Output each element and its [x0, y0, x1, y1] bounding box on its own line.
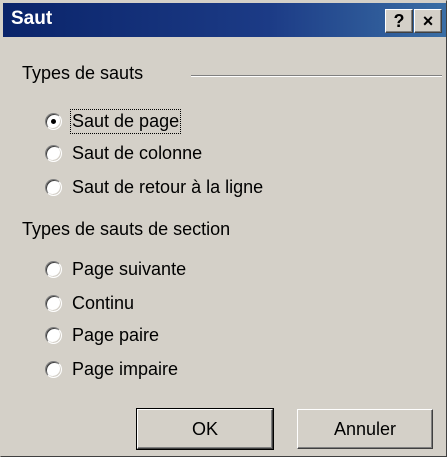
- dialog-window: Saut ? × Types de sauts Saut de page Sau…: [0, 0, 447, 457]
- radio-button[interactable]: [45, 178, 62, 196]
- radio-label[interactable]: Page impaire: [72, 359, 178, 380]
- radio-button[interactable]: [45, 144, 62, 162]
- close-icon[interactable]: ×: [423, 11, 434, 31]
- radio-next-page[interactable]: Page suivante: [45, 255, 186, 283]
- help-button[interactable]: ?: [385, 9, 413, 33]
- radio-button[interactable]: [45, 294, 62, 312]
- close-button[interactable]: ×: [414, 9, 442, 33]
- radio-button-checked[interactable]: [45, 112, 62, 130]
- radio-column-break[interactable]: Saut de colonne: [45, 139, 202, 167]
- radio-label[interactable]: Saut de colonne: [72, 143, 202, 164]
- break-types-heading: Types de sauts: [22, 63, 144, 83]
- radio-label[interactable]: Page suivante: [72, 259, 186, 280]
- window-title: Saut: [11, 8, 53, 29]
- radio-text-wrapping-break[interactable]: Saut de retour à la ligne: [45, 173, 263, 201]
- radio-label[interactable]: Saut de page: [69, 108, 182, 134]
- radio-page-break[interactable]: Saut de page: [45, 107, 182, 135]
- radio-label[interactable]: Continu: [72, 293, 134, 314]
- radio-label[interactable]: Page paire: [72, 325, 159, 346]
- radio-button[interactable]: [45, 260, 62, 278]
- cancel-button[interactable]: Annuler: [297, 409, 433, 449]
- radio-even-page[interactable]: Page paire: [45, 321, 159, 349]
- radio-button[interactable]: [45, 326, 62, 344]
- radio-button[interactable]: [45, 360, 62, 378]
- title-bar: Saut ? ×: [3, 3, 446, 37]
- radio-label[interactable]: Saut de retour à la ligne: [72, 177, 263, 198]
- radio-continuous[interactable]: Continu: [45, 289, 134, 317]
- ok-button[interactable]: OK: [136, 408, 274, 450]
- group-divider: [191, 75, 442, 77]
- section-break-types-heading: Types de sauts de section: [22, 219, 231, 239]
- radio-odd-page[interactable]: Page impaire: [45, 355, 178, 383]
